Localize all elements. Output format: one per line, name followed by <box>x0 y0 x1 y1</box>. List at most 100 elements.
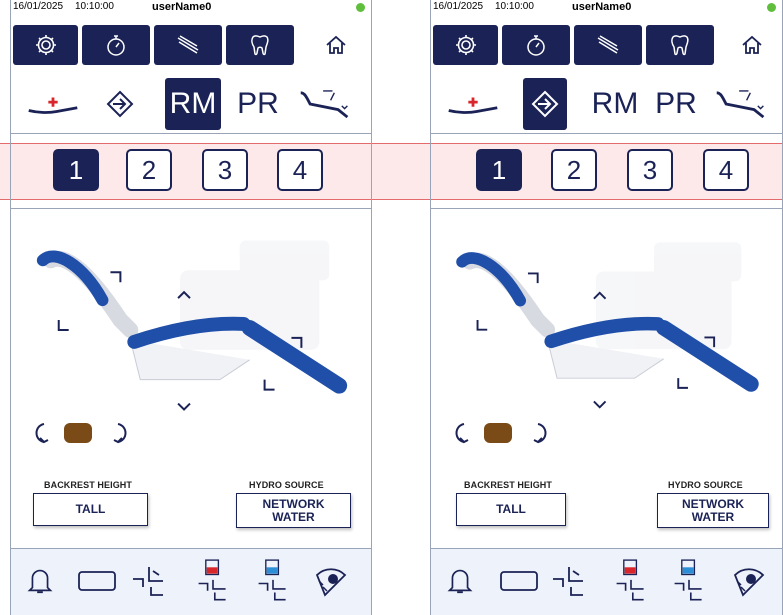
memory-position-1[interactable]: 1 <box>476 149 522 191</box>
cup-filler-cold-button[interactable] <box>671 555 707 608</box>
hydro-source-button[interactable]: NETWORK WATER <box>236 493 351 528</box>
cup-filler-cold-button[interactable] <box>255 555 291 608</box>
zero-position-button[interactable] <box>445 78 501 130</box>
divider <box>11 208 371 209</box>
hydro-source-value-line2: WATER <box>272 509 315 524</box>
chair-mode-bar: RM PR <box>431 74 782 134</box>
enter-position-button[interactable] <box>523 78 567 130</box>
divider <box>431 208 782 209</box>
tray-button[interactable] <box>499 569 539 598</box>
backrest-height-label: BACKREST HEIGHT <box>464 480 553 490</box>
cup-filler-blue-icon <box>258 559 286 601</box>
status-led-icon <box>767 3 776 12</box>
stopwatch-icon <box>527 35 545 56</box>
bottom-toolbar <box>11 548 371 615</box>
stopwatch-icon <box>107 35 125 56</box>
memory-position-3[interactable]: 3 <box>202 149 248 191</box>
hydro-source-value-line2: WATER <box>691 509 735 524</box>
timer-button[interactable] <box>82 25 150 65</box>
instruments-button[interactable] <box>154 25 222 65</box>
alarm-button[interactable] <box>23 563 57 602</box>
hydro-source-button[interactable]: NETWORK WATER <box>657 493 769 528</box>
home-icon <box>742 35 762 54</box>
tooth-icon <box>251 35 269 56</box>
status-led-icon <box>356 3 365 12</box>
headrest-rotate-control[interactable] <box>26 418 136 448</box>
settings-button[interactable] <box>433 25 498 65</box>
settings-button[interactable] <box>13 25 78 65</box>
rotate-arrows-icon <box>455 423 547 444</box>
rinse-position-button[interactable] <box>711 78 771 130</box>
pr-mode-button[interactable]: PR <box>651 78 701 130</box>
home-button[interactable] <box>727 25 777 65</box>
hydro-source-value-line1: NETWORK <box>682 496 744 511</box>
tooth-button[interactable] <box>646 25 714 65</box>
memory-position-2[interactable]: 2 <box>126 149 172 191</box>
instruments-button[interactable] <box>574 25 642 65</box>
rotate-arrows-icon <box>35 423 127 444</box>
tooth-button[interactable] <box>226 25 294 65</box>
top-toolbar <box>431 15 782 69</box>
cup-filler-button[interactable] <box>549 563 589 604</box>
rinse-position-button[interactable] <box>295 78 355 130</box>
enter-arrow-icon <box>531 90 559 118</box>
cup-filler-blue-icon <box>674 559 702 601</box>
memory-position-4[interactable]: 4 <box>703 149 749 191</box>
backrest-height-value: TALL <box>75 502 106 516</box>
dental-chair-illustration <box>36 240 348 411</box>
backrest-height-button[interactable]: TALL <box>456 493 566 526</box>
cup-filler-button[interactable] <box>129 563 169 604</box>
tray-button[interactable] <box>77 569 117 598</box>
chair-mode-bar: RM PR <box>11 74 371 134</box>
tooth-icon <box>671 35 689 56</box>
tray-icon <box>500 571 538 591</box>
status-date: 16/01/2025 <box>433 1 484 12</box>
memory-position-1[interactable]: 1 <box>53 149 99 191</box>
bell-icon <box>27 569 53 594</box>
backrest-height-label: BACKREST HEIGHT <box>44 480 133 490</box>
instruments-icon <box>597 35 619 54</box>
status-user: userName0 <box>572 1 632 13</box>
down-arrow-icon <box>177 402 191 411</box>
cup-filler-red-icon <box>198 559 226 601</box>
headrest-rotate-control[interactable] <box>446 418 556 448</box>
enter-position-button[interactable] <box>97 78 143 130</box>
pr-mode-button[interactable]: PR <box>233 78 283 130</box>
instruments-icon <box>177 35 199 54</box>
tray-icon <box>78 571 116 591</box>
backrest-height-button[interactable]: TALL <box>33 493 148 526</box>
settings-gear-icon <box>35 35 56 55</box>
light-icon <box>733 568 765 597</box>
home-button[interactable] <box>311 25 361 65</box>
chair-flat-icon <box>448 97 498 114</box>
settings-gear-icon <box>455 35 476 55</box>
memory-position-3[interactable]: 3 <box>627 149 673 191</box>
status-user: userName0 <box>152 1 212 13</box>
cup-filler-red-icon <box>616 559 644 601</box>
operating-light-button[interactable] <box>729 561 769 606</box>
cup-filler-warm-button[interactable] <box>613 555 649 608</box>
status-time: 10:10:00 <box>495 1 534 12</box>
hydro-source-value-line1: NETWORK <box>262 496 325 511</box>
cup-filler-warm-button[interactable] <box>195 555 231 608</box>
dental-chair-illustration <box>456 242 759 409</box>
cup-filler-icon <box>553 567 583 596</box>
zero-position-button[interactable] <box>25 78 81 130</box>
memory-position-4[interactable]: 4 <box>277 149 323 191</box>
left-panel: 16/01/2025 10:10:00 userName0 RM PR 1 2 … <box>10 0 372 615</box>
status-bar: 16/01/2025 10:10:00 userName0 <box>431 0 782 14</box>
home-icon <box>326 35 346 54</box>
hydro-source-label: HYDRO SOURCE <box>668 480 743 490</box>
rm-mode-button[interactable]: RM <box>165 78 221 130</box>
hydro-source-label: HYDRO SOURCE <box>249 480 324 490</box>
alarm-button[interactable] <box>443 563 477 602</box>
memory-position-2[interactable]: 2 <box>551 149 597 191</box>
timer-button[interactable] <box>502 25 570 65</box>
backrest-height-value: TALL <box>496 502 526 516</box>
rm-mode-button[interactable]: RM <box>587 78 643 130</box>
down-arrow-icon <box>593 400 607 409</box>
operating-light-button[interactable] <box>311 561 351 606</box>
status-date: 16/01/2025 <box>13 1 64 12</box>
bottom-toolbar <box>431 548 782 615</box>
light-icon <box>315 568 347 597</box>
